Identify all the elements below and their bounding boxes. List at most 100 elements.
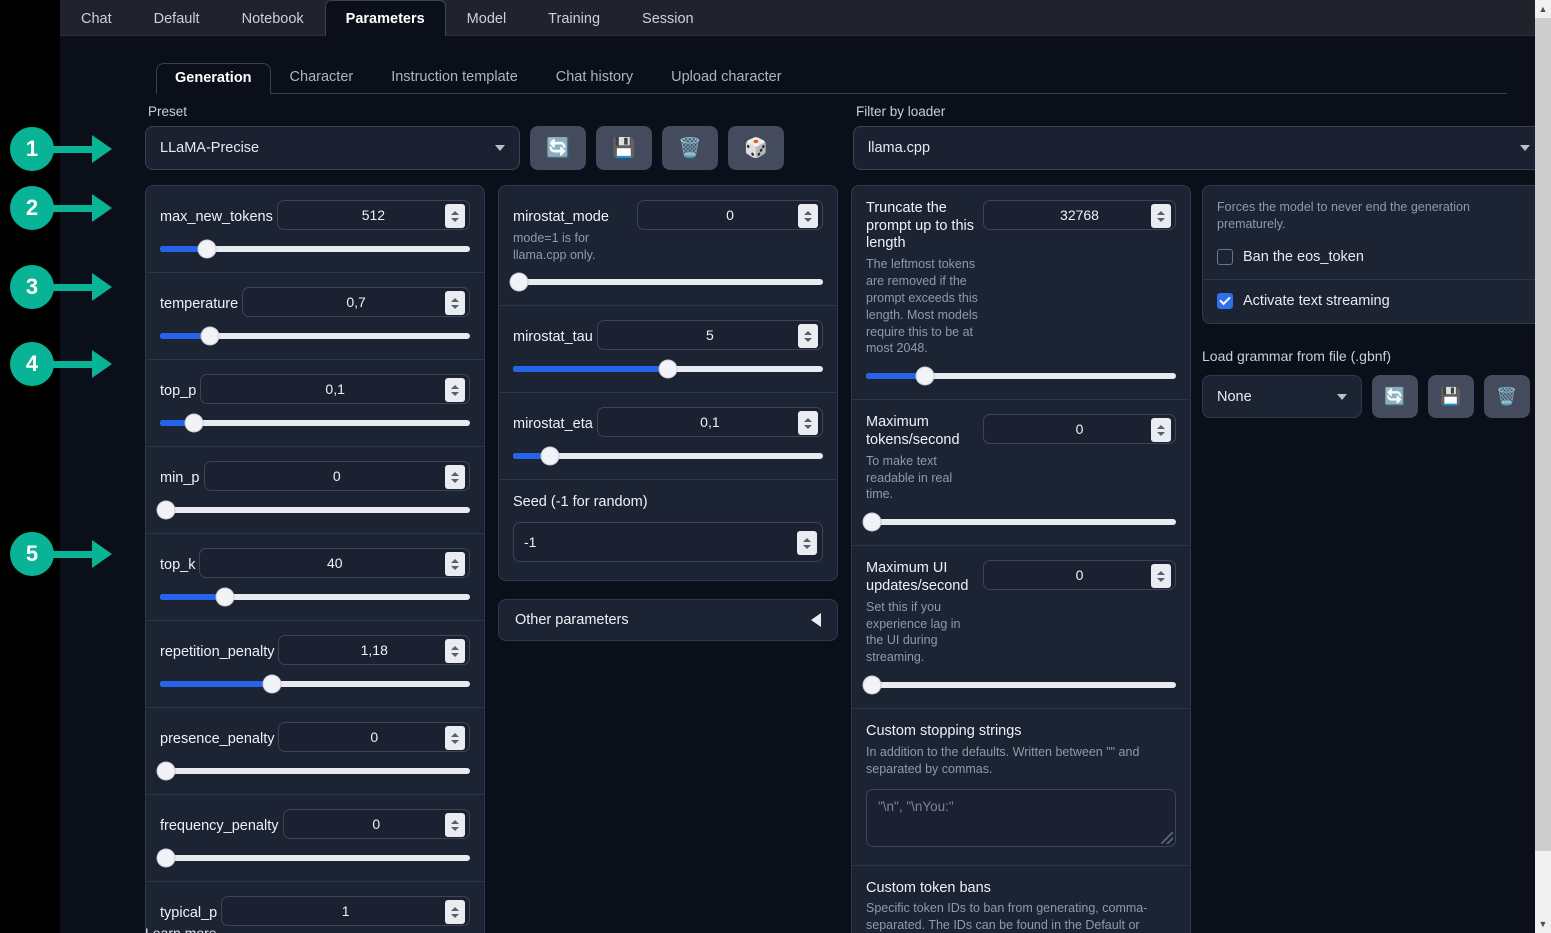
param-value-input[interactable]: 0,7 [242,287,470,317]
grammar-dropdown[interactable]: None [1202,375,1362,419]
param-value-input[interactable]: 1 [221,896,470,926]
param-value-input[interactable]: 0 [203,461,470,491]
slider-track[interactable] [160,240,470,258]
save-button[interactable]: 💾 [1428,375,1474,419]
seed-input[interactable]: -1 [513,522,823,563]
stepper[interactable] [445,378,465,402]
param-name: max_new_tokens [160,209,273,225]
param-value-input[interactable]: 0 [637,200,823,230]
stepper[interactable] [1151,564,1171,589]
vertical-scrollbar[interactable]: ▲ ▼ [1535,0,1551,933]
learn-more-link[interactable]: Learn more [145,925,217,933]
slider-knob[interactable] [157,501,175,519]
slider-knob[interactable] [659,360,677,378]
param-value-input[interactable]: 1,18 [278,635,470,665]
slider-track[interactable] [513,360,823,378]
slider-knob[interactable] [157,849,175,867]
slider-track[interactable] [863,676,1176,694]
filter-loader-dropdown[interactable]: llama.cpp [853,126,1545,170]
ban-eos-checkbox[interactable] [1217,248,1233,265]
scrollbar-thumb[interactable] [1535,18,1551,851]
stepper[interactable] [797,531,817,556]
param-row-maximum-ui-updates-second: Maximum UI updates/second Set this if you… [852,546,1190,710]
scroll-up-icon[interactable]: ▲ [1535,0,1551,18]
slider-track[interactable] [510,273,823,291]
main-tab-chat[interactable]: Chat [60,0,133,36]
slider-track[interactable] [160,675,470,693]
slider-track[interactable] [160,588,470,606]
sub-tab-instruction-template[interactable]: Instruction template [372,62,537,94]
sub-tab-chat-history[interactable]: Chat history [537,62,652,94]
activate-streaming-checkbox[interactable] [1217,292,1233,309]
stepper[interactable] [445,813,465,837]
preset-dropdown[interactable]: LLaMA-Precise [145,126,520,170]
slider-track[interactable] [866,367,1176,385]
ban-eos-row[interactable]: Ban the eos_token [1203,243,1544,279]
param-value-input[interactable]: 40 [199,548,470,578]
slider-knob[interactable] [510,273,528,291]
slider-knob[interactable] [216,588,234,606]
streaming-row[interactable]: Activate text streaming [1203,278,1544,323]
refresh-button[interactable]: 🔄 [530,126,586,170]
stepper[interactable] [445,900,465,924]
custom-stopping-textarea[interactable]: "\n", "\nYou:" [866,788,1176,847]
other-parameters-accordion[interactable]: Other parameters [498,599,838,642]
slider-knob[interactable] [863,513,881,531]
main-tab-default[interactable]: Default [133,0,221,36]
stepper[interactable] [445,726,465,750]
sub-tab-upload-character[interactable]: Upload character [652,62,800,94]
slider-track[interactable] [160,414,470,432]
param-name: mirostat_eta [513,416,593,433]
stepper[interactable] [445,291,465,315]
slider-knob[interactable] [198,240,215,258]
slider-knob[interactable] [185,414,203,432]
main-tab-notebook[interactable]: Notebook [221,0,325,36]
random-button[interactable]: 🎲 [728,126,784,170]
main-tab-training[interactable]: Training [527,0,621,36]
stepper[interactable] [445,552,465,576]
slider-knob[interactable] [263,675,281,693]
param-value-input[interactable]: 32768 [983,200,1176,230]
slider-track[interactable] [157,762,470,780]
param-value-input[interactable]: 512 [276,200,470,230]
param-value-input[interactable]: 0 [983,560,1176,591]
param-value-input[interactable]: 5 [596,320,823,351]
resize-grip-icon[interactable] [1161,831,1173,844]
main-tab-parameters[interactable]: Parameters [324,0,446,36]
callout-arrow-head [92,350,112,378]
stepper[interactable] [798,411,818,436]
custom-stopping-description: In addition to the defaults. Written bet… [866,744,1140,776]
slider-track[interactable] [863,513,1176,531]
param-value-input[interactable]: 0,1 [596,407,823,438]
param-value-input[interactable]: 0 [282,809,470,839]
delete-button[interactable]: 🗑️ [662,126,718,170]
delete-button[interactable]: 🗑️ [1484,375,1530,419]
slider-track[interactable] [157,501,470,519]
slider-track[interactable] [157,849,470,867]
main-tab-model[interactable]: Model [446,0,528,36]
stepper[interactable] [445,465,465,489]
main-tab-session[interactable]: Session [621,0,715,36]
sub-tab-character[interactable]: Character [271,62,373,94]
scroll-down-icon[interactable]: ▼ [1535,915,1551,933]
slider-knob[interactable] [916,367,934,385]
stepper[interactable] [798,204,818,228]
stepper[interactable] [1151,204,1171,228]
callout-number: 3 [10,265,54,309]
slider-track[interactable] [513,447,823,465]
param-value-input[interactable]: 0,1 [200,374,470,404]
refresh-button[interactable]: 🔄 [1372,375,1418,419]
sub-tab-generation[interactable]: Generation [156,62,271,94]
stepper[interactable] [1151,418,1171,443]
slider-knob[interactable] [541,447,559,465]
slider-track[interactable] [160,327,470,345]
save-button[interactable]: 💾 [596,126,652,170]
stepper[interactable] [798,324,818,349]
stepper[interactable] [445,204,465,228]
param-value-input[interactable]: 0 [278,722,470,752]
slider-knob[interactable] [157,762,175,780]
slider-knob[interactable] [201,327,219,345]
stepper[interactable] [445,639,465,663]
slider-knob[interactable] [863,676,881,694]
param-value-input[interactable]: 0 [983,414,1176,445]
